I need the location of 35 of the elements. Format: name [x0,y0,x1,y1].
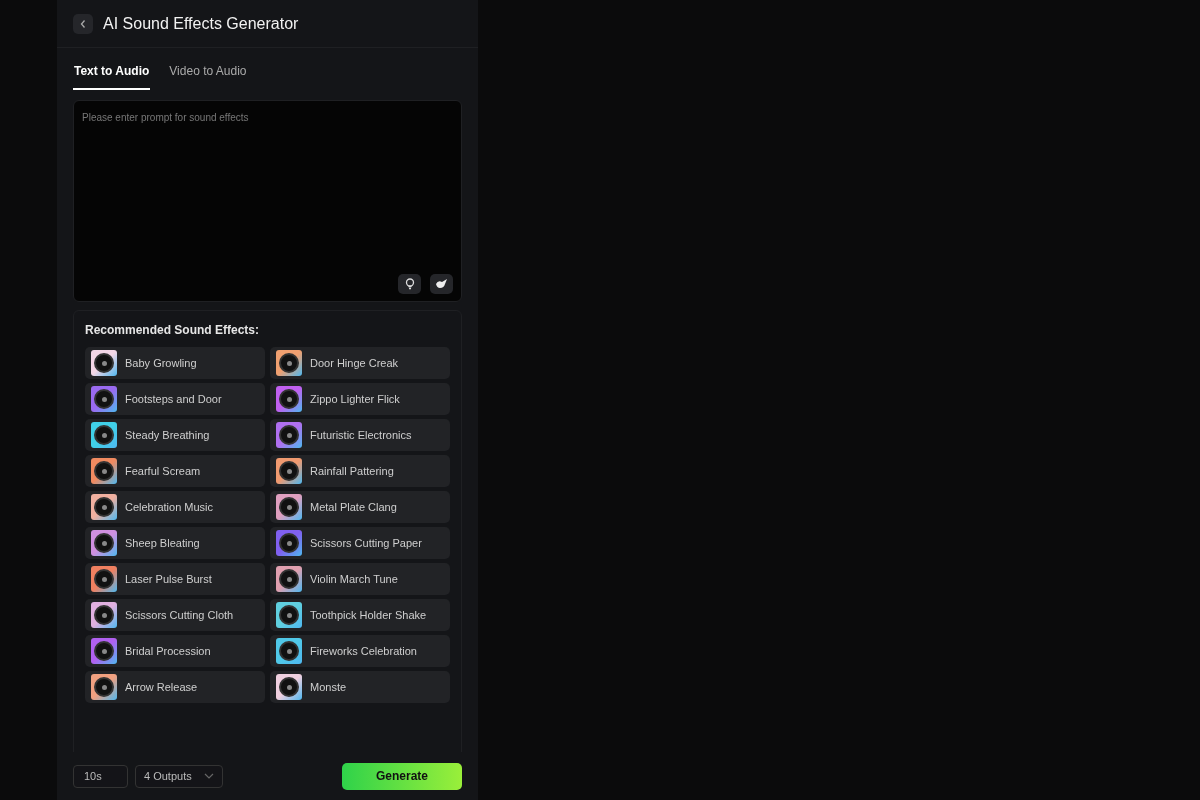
sound-effect-item[interactable]: Bridal Procession [85,635,265,667]
outputs-select[interactable]: 4 Outputs [135,764,223,788]
section-title: Recommended Sound Effects: [85,323,261,337]
sound-effect-item[interactable]: Scissors Cutting Paper [270,527,450,559]
generate-button[interactable]: Generate [342,762,462,790]
tab[interactable]: Video to Audio [168,62,248,90]
sound-effect-item[interactable]: Sheep Bleating [85,527,265,559]
sound-effect-item[interactable]: Rainfall Pattering [270,455,450,487]
page-title: AI Sound Effects Generator [103,14,299,33]
prompt-field[interactable]: Please enter prompt for sound effects [73,100,462,302]
brush-icon [434,278,449,290]
chevron-down-icon [204,773,214,779]
back-icon [79,18,87,29]
sound-effect-item[interactable]: Violin March Tune [270,563,450,595]
sound-effect-item[interactable]: Laser Pulse Burst [85,563,265,595]
sound-effect-item[interactable]: Futuristic Electronics [270,419,450,451]
sound-effect-item[interactable]: Fireworks Celebration [270,635,450,667]
sound-effect-item[interactable]: Footsteps and Door [85,383,265,415]
back-button[interactable] [73,13,93,34]
sound-effect-item[interactable]: Baby Growling [85,347,265,379]
sound-effect-item[interactable]: Monste [270,671,450,703]
sound-effect-item[interactable]: Metal Plate Clang [270,491,450,523]
sound-effect-item[interactable]: Fearful Scream [85,455,265,487]
sound-effect-item[interactable]: Steady Breathing [85,419,265,451]
polish-button[interactable] [430,274,453,294]
idea-button[interactable] [398,274,421,294]
tab[interactable]: Text to Audio [73,62,151,90]
duration-select[interactable]: 10s [73,764,128,788]
sound-effect-item[interactable]: Zippo Lighter Flick [270,383,450,415]
sound-effect-item[interactable]: Scissors Cutting Cloth [85,599,265,631]
sound-effect-item[interactable]: Toothpick Holder Shake [270,599,450,631]
lightbulb-icon [404,278,415,290]
sound-effect-item[interactable]: Arrow Release [85,671,265,703]
sound-effect-item[interactable]: Door Hinge Creak [270,347,450,379]
sound-effect-item[interactable]: Celebration Music [85,491,265,523]
